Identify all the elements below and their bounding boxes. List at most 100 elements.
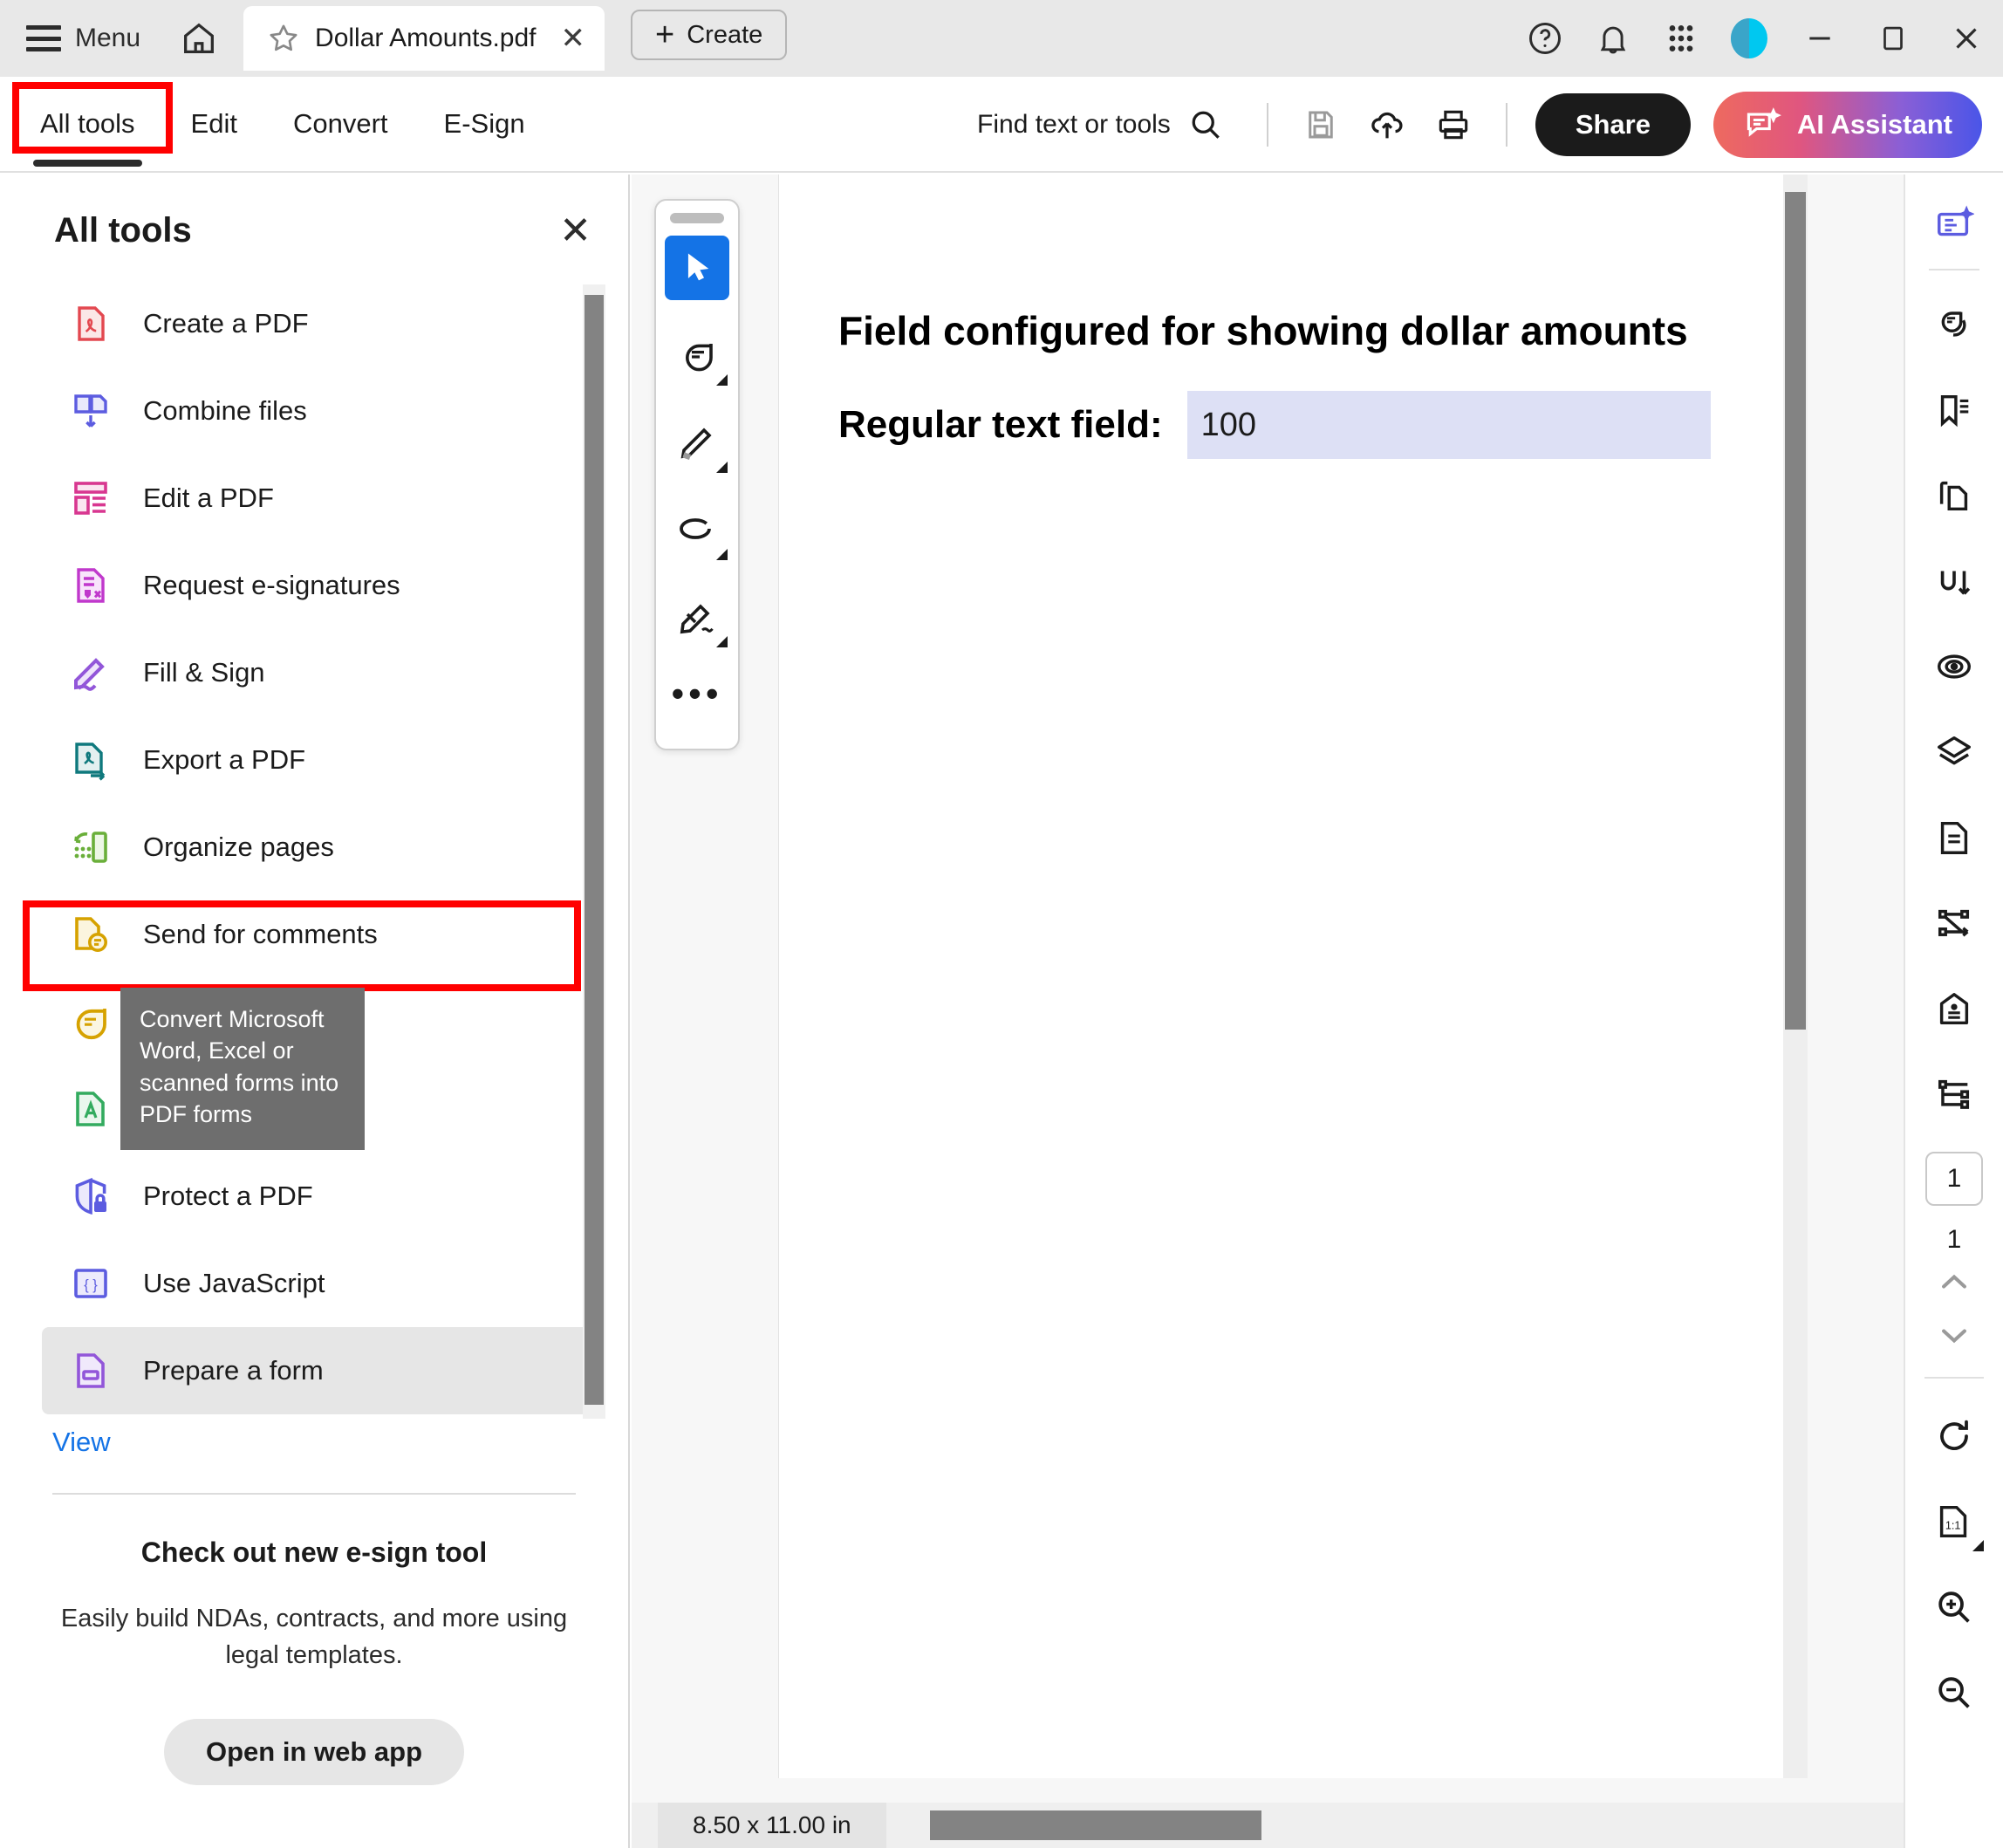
document-heading: Field configured for showing dollar amou… <box>838 308 1688 353</box>
bookmarks-panel-button[interactable] <box>1919 375 1989 445</box>
create-button[interactable]: + Create <box>631 10 788 60</box>
next-page-button[interactable] <box>1919 1309 1989 1363</box>
hamburger-icon <box>26 25 61 51</box>
ai-assistant-panel-icon <box>1934 205 1974 245</box>
page-thumbnails-button[interactable] <box>1919 461 1989 530</box>
page-dimensions-label: 8.50 x 11.00 in <box>658 1803 886 1848</box>
menu-button[interactable]: Menu <box>0 0 158 77</box>
star-icon[interactable] <box>266 21 301 56</box>
horizontal-scrollbar-thumb[interactable] <box>929 1810 1261 1840</box>
panel-title: All tools <box>54 211 192 250</box>
document-tab[interactable]: Dollar Amounts.pdf ✕ <box>243 6 605 71</box>
current-page-input[interactable]: 1 <box>1925 1152 1983 1206</box>
highlight-tool-button[interactable] <box>665 410 729 475</box>
tool-item-export-a-pdf[interactable]: Export a PDF <box>0 716 628 804</box>
regular-text-field[interactable]: 100 <box>1186 391 1711 459</box>
find-button[interactable]: Find text or tools <box>977 106 1225 144</box>
notifications-button[interactable] <box>1579 0 1647 77</box>
zoom-out-button[interactable] <box>1919 1658 1989 1728</box>
structure-tree-panel-button[interactable] <box>1919 1059 1989 1129</box>
tab-close-icon[interactable]: ✕ <box>561 24 586 53</box>
draw-tool-button[interactable] <box>665 497 729 562</box>
app-grid-icon <box>1664 21 1699 56</box>
account-avatar-button[interactable] <box>1715 0 1783 77</box>
share-button[interactable]: Share <box>1535 93 1691 156</box>
document-scrollbar-thumb[interactable] <box>1785 192 1806 1030</box>
save-button[interactable] <box>1288 92 1354 158</box>
tool-label: Export a PDF <box>143 744 306 775</box>
accessibility-panel-button[interactable] <box>1919 632 1989 702</box>
draw-oval-icon <box>676 509 718 551</box>
help-button[interactable] <box>1511 0 1579 77</box>
actual-size-icon: 1:1 <box>1934 1502 1974 1542</box>
open-in-web-app-button[interactable]: Open in web app <box>163 1719 464 1786</box>
comment-tool-button[interactable] <box>665 323 729 387</box>
chevron-dropdown-icon[interactable] <box>716 374 728 386</box>
ai-assistant-panel-button[interactable] <box>1919 190 1989 260</box>
protect-pdf-icon <box>68 1174 113 1219</box>
panel-close-icon[interactable]: ✕ <box>559 211 591 250</box>
export-pdf-icon <box>68 737 113 783</box>
cloud-upload-button[interactable] <box>1354 92 1420 158</box>
tool-item-edit-a-pdf[interactable]: Edit a PDF <box>0 455 628 542</box>
tab-edit[interactable]: Edit <box>184 76 244 172</box>
tab-esign[interactable]: E-Sign <box>437 76 532 172</box>
tool-label: Edit a PDF <box>143 483 274 513</box>
tab-convert[interactable]: Convert <box>286 76 395 172</box>
home-button[interactable] <box>158 0 240 77</box>
panel-scrollbar-thumb[interactable] <box>584 295 604 1405</box>
select-cursor-icon <box>678 249 716 287</box>
ai-assistant-button[interactable]: AI Assistant <box>1712 92 1982 158</box>
content-panel-button[interactable] <box>1919 803 1989 873</box>
comments-panel-button[interactable] <box>1919 290 1989 359</box>
pdf-page[interactable]: Field configured for showing dollar amou… <box>778 175 1808 1778</box>
order-panel-button[interactable] <box>1919 888 1989 958</box>
close-window-button[interactable] <box>1930 0 2003 77</box>
signature-tool-button[interactable] <box>665 585 729 649</box>
tool-label: Organize pages <box>143 832 334 862</box>
avatar <box>1731 18 1767 58</box>
tool-item-request-e-signatures[interactable]: Request e-signatures <box>0 542 628 629</box>
actual-size-button[interactable]: 1:1 <box>1919 1487 1989 1557</box>
chevron-dropdown-icon[interactable] <box>716 462 728 473</box>
panel-header: All tools ✕ <box>0 175 628 250</box>
previous-page-button[interactable] <box>1919 1255 1989 1309</box>
tool-item-fill-and-sign[interactable]: Fill & Sign <box>0 629 628 716</box>
maximize-button[interactable] <box>1856 0 1930 77</box>
help-icon <box>1526 19 1564 58</box>
tool-label: Create a PDF <box>143 308 309 339</box>
tool-item-prepare-a-form[interactable]: Prepare a form <box>42 1327 602 1414</box>
select-tool-button[interactable] <box>665 236 729 300</box>
tool-item-send-for-comments[interactable]: Send for comments <box>0 891 628 978</box>
promo-description: Easily build NDAs, contracts, and more u… <box>60 1605 568 1670</box>
tool-item-protect-a-pdf[interactable]: Protect a PDF <box>0 1153 628 1240</box>
toolbar-drag-handle[interactable] <box>670 213 724 223</box>
layers-panel-button[interactable] <box>1919 717 1989 787</box>
chevron-dropdown-icon[interactable] <box>716 549 728 560</box>
minimize-button[interactable] <box>1783 0 1856 77</box>
ai-sparkle-icon <box>1743 106 1781 144</box>
horizontal-scrollbar-track[interactable] <box>886 1803 1904 1848</box>
document-form-row: Regular text field: 100 <box>838 391 1711 459</box>
tool-item-create-a-pdf[interactable]: Create a PDF <box>0 280 628 367</box>
more-tools-button[interactable]: ••• <box>671 675 722 712</box>
send-comments-icon <box>68 912 113 957</box>
tool-item-organize-pages[interactable]: Organize pages <box>0 804 628 891</box>
print-button[interactable] <box>1420 92 1487 158</box>
tab-all-tools[interactable]: All tools <box>33 76 142 172</box>
find-label: Find text or tools <box>977 110 1171 139</box>
organize-pages-icon <box>68 825 113 870</box>
zoom-in-button[interactable] <box>1919 1572 1989 1642</box>
tool-item-combine-files[interactable]: Combine files <box>0 367 628 455</box>
tags-panel-button[interactable] <box>1919 974 1989 1044</box>
tool-item-use-javascript[interactable]: { } Use JavaScript <box>0 1240 628 1327</box>
tool-label: Send for comments <box>143 919 378 949</box>
rotate-page-button[interactable] <box>1919 1401 1989 1471</box>
structure-tree-icon <box>1934 1074 1974 1114</box>
attachments-panel-button[interactable] <box>1919 546 1989 616</box>
chevron-dropdown-icon[interactable] <box>1972 1540 1984 1551</box>
view-more-link[interactable]: View <box>0 1427 628 1458</box>
chevron-dropdown-icon[interactable] <box>716 636 728 647</box>
prepare-form-icon <box>68 1348 113 1393</box>
apps-button[interactable] <box>1647 0 1715 77</box>
